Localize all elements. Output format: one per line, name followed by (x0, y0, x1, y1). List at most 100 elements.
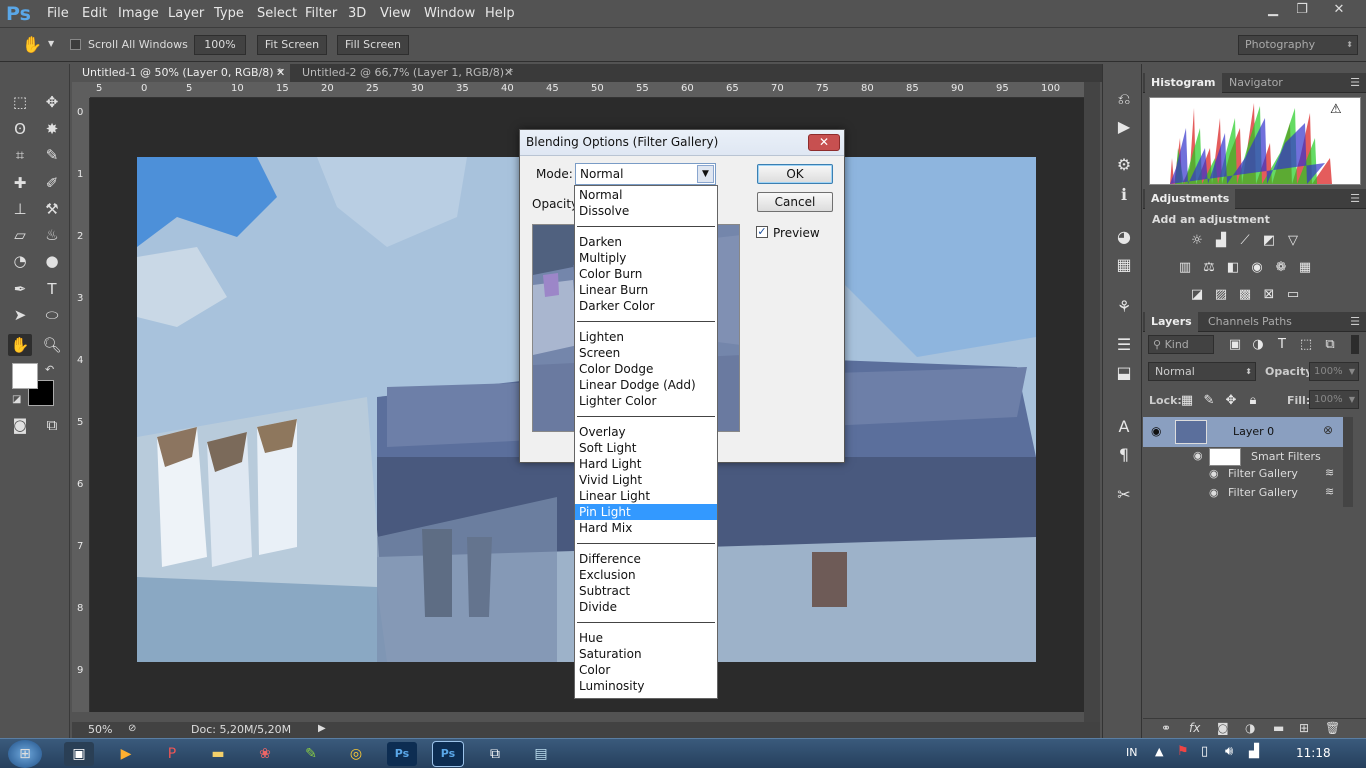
mode-option[interactable]: Color (575, 662, 717, 678)
mode-option[interactable]: Color Burn (575, 266, 717, 282)
brightness-icon[interactable]: ☼ (1188, 232, 1206, 250)
filter-shape-icon[interactable]: ⬚ (1297, 336, 1315, 354)
menu-type[interactable]: Type (214, 6, 244, 21)
mode-option[interactable]: Lighter Color (575, 393, 717, 409)
history-brush-icon[interactable]: ⚒ (40, 198, 64, 220)
layer-row-layer-0[interactable]: ◉ Layer 0 ⊗ (1143, 417, 1343, 447)
threshold-icon[interactable]: ▩ (1236, 286, 1254, 304)
history-icon[interactable]: ⎌ (1113, 88, 1135, 110)
menu-filter[interactable]: Filter (305, 6, 337, 21)
mode-option[interactable]: Difference (575, 551, 717, 567)
ellipse-tool-icon[interactable]: ⬭ (40, 304, 64, 326)
restore-button[interactable]: ❐ (1291, 2, 1313, 20)
clone-source-icon[interactable]: ⚘ (1113, 296, 1135, 318)
exposure-icon[interactable]: ◩ (1260, 232, 1278, 250)
move-tool-icon[interactable]: ✥ (40, 91, 64, 113)
channel-mixer-icon[interactable]: ❁ (1272, 259, 1290, 277)
ok-button[interactable]: OK (757, 164, 833, 184)
menu-image[interactable]: Image (118, 6, 159, 21)
menu-file[interactable]: File (47, 6, 69, 21)
lasso-tool-icon[interactable]: ʘ (8, 118, 32, 140)
mode-option[interactable]: Subtract (575, 583, 717, 599)
tab-adjustments[interactable]: Adjustments (1145, 189, 1236, 209)
signal-icon[interactable]: ▟ (1249, 744, 1259, 759)
hand-tool-icon[interactable]: ✋ (22, 35, 42, 54)
vertical-scrollbar[interactable] (1084, 82, 1100, 722)
taskbar-powerpoint-icon[interactable]: P (157, 742, 187, 766)
swap-colors-icon[interactable]: ↶ (45, 363, 54, 376)
close-button[interactable]: ✕ (1328, 2, 1350, 20)
clone-stamp-icon[interactable]: ⊥ (8, 198, 32, 220)
filter-row[interactable]: ◉ Filter Gallery ≋ (1143, 484, 1343, 503)
opacity-input[interactable]: 100% ▼ (1309, 362, 1359, 381)
tab-untitled-2[interactable]: Untitled-2 @ 66,7% (Layer 1, RGB/8) * ✕ (292, 64, 516, 82)
mode-option[interactable]: Darken (575, 234, 717, 250)
mode-option[interactable]: Lighten (575, 329, 717, 345)
mode-option[interactable]: Vivid Light (575, 472, 717, 488)
magic-wand-tool-icon[interactable]: ✸ (40, 118, 64, 140)
mode-option[interactable]: Color Dodge (575, 361, 717, 377)
mode-option[interactable]: Soft Light (575, 440, 717, 456)
selective-color-icon[interactable]: ⊠ (1260, 286, 1278, 304)
tool-presets-icon[interactable]: ⬓ (1113, 362, 1135, 384)
crop-tool-icon[interactable]: ⌗ (8, 144, 32, 166)
lock-all-icon[interactable]: 🔒︎ (1244, 392, 1262, 410)
chevron-down-icon[interactable]: ▼ (697, 165, 714, 183)
levels-icon[interactable]: ▟ (1212, 232, 1230, 250)
visibility-eye-icon[interactable]: ◉ (1209, 486, 1219, 499)
scroll-all-checkbox[interactable] (70, 39, 81, 50)
panel-menu-icon[interactable]: ☰ (1350, 315, 1360, 328)
dialog-titlebar[interactable]: Blending Options (Filter Gallery) ✕ (520, 130, 844, 156)
menu-help[interactable]: Help (485, 6, 515, 21)
preview-checkbox[interactable]: ✓ (756, 226, 768, 238)
visibility-eye-icon[interactable]: ◉ (1151, 424, 1161, 438)
tab-histogram[interactable]: Histogram (1145, 73, 1222, 93)
mode-option[interactable]: Linear Dodge (Add) (575, 377, 717, 393)
taskbar-chrome-icon[interactable]: ◎ (341, 742, 371, 766)
zoom-level[interactable]: 50% (88, 723, 112, 736)
gradient-map-icon[interactable]: ▭ (1284, 286, 1302, 304)
posterize-icon[interactable]: ▨ (1212, 286, 1230, 304)
filter-options-icon[interactable]: ≋ (1325, 485, 1334, 498)
kind-filter-select[interactable]: ⚲ Kind (1148, 335, 1214, 354)
layer-name[interactable]: Layer 0 (1233, 425, 1274, 438)
panel-menu-icon[interactable]: ☰ (1350, 76, 1360, 89)
mode-option[interactable]: Normal (575, 187, 717, 203)
add-mask-icon[interactable]: ◙ (1217, 721, 1229, 735)
dodge-tool-icon[interactable]: ● (40, 250, 64, 272)
taskbar-app-icon[interactable]: ✎ (296, 742, 326, 766)
panel-menu-icon[interactable]: ☰ (1350, 192, 1360, 205)
fill-input[interactable]: 100% ▼ (1309, 390, 1359, 409)
blur-tool-icon[interactable]: ◔ (8, 250, 32, 272)
actions-play-icon[interactable]: ▶ (1113, 116, 1135, 138)
lock-position-icon[interactable]: ✥ (1222, 392, 1240, 410)
mode-option[interactable]: Luminosity (575, 678, 717, 694)
clock[interactable]: 11:18 (1296, 746, 1331, 760)
mode-option[interactable]: Dissolve (575, 203, 717, 219)
curves-icon[interactable]: ⟋ (1236, 232, 1254, 250)
default-colors-icon[interactable]: ◪ (12, 394, 21, 405)
mode-option[interactable]: Multiply (575, 250, 717, 266)
filter-smart-icon[interactable]: ⧉ (1321, 336, 1339, 354)
invert-icon[interactable]: ◪ (1188, 286, 1206, 304)
new-adjustment-icon[interactable]: ◑ (1245, 721, 1255, 735)
hand-tool-button-icon[interactable]: ✋ (8, 334, 32, 356)
new-layer-icon[interactable]: ⊞ (1299, 721, 1309, 735)
tab-navigator[interactable]: Navigator (1223, 73, 1289, 93)
lock-transparent-icon[interactable]: ▦ (1178, 392, 1196, 410)
cancel-button[interactable]: Cancel (757, 192, 833, 212)
filter-options-icon[interactable]: ≋ (1325, 466, 1334, 479)
lock-pixels-icon[interactable]: ✎ (1200, 392, 1218, 410)
language-indicator[interactable]: IN (1126, 746, 1137, 759)
minimize-button[interactable]: ▁ (1262, 2, 1284, 20)
taskbar-player-icon[interactable]: ▶ (111, 742, 141, 766)
tab-layers[interactable]: Layers (1145, 312, 1198, 332)
tools-icon[interactable]: ✂ (1113, 484, 1135, 506)
menu-edit[interactable]: Edit (82, 6, 107, 21)
vibrance-icon[interactable]: ▽ (1284, 232, 1302, 250)
paint-bucket-icon[interactable]: ♨ (40, 224, 64, 246)
character-icon[interactable]: A (1113, 416, 1135, 438)
status-arrow-icon[interactable]: ▶ (318, 723, 326, 734)
zoom-100-button[interactable]: 100% (194, 35, 246, 55)
battery-icon[interactable]: ▯ (1201, 744, 1208, 759)
